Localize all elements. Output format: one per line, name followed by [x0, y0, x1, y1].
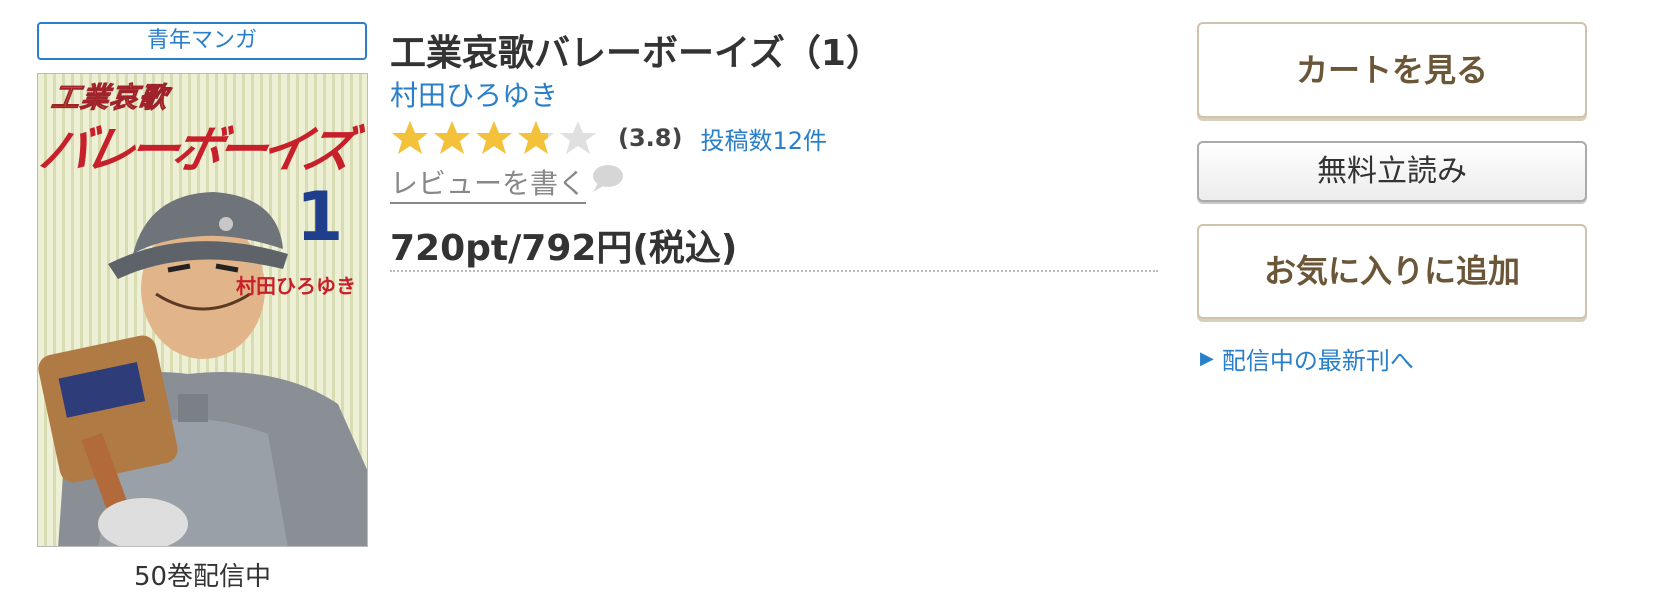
- rating-value: (3.8): [618, 124, 683, 152]
- speech-bubble-icon: [593, 165, 624, 192]
- add-to-favorites-button[interactable]: お気に入りに追加: [1197, 224, 1587, 319]
- star-rating: [390, 119, 598, 157]
- triangle-right-icon: ▶: [1200, 348, 1214, 369]
- review-count-link[interactable]: 投稿数12件: [700, 121, 827, 156]
- cover-image[interactable]: 工業哀歌 バレーボーイズ 1 村田ひろゆき: [37, 73, 368, 547]
- volumes-available: 50巻配信中: [133, 562, 272, 592]
- star-icon: [392, 121, 428, 154]
- latest-volume-link[interactable]: ▶ 配信中の最新刊へ: [1200, 341, 1414, 376]
- star-icon: [560, 121, 596, 154]
- price: 720pt/792円(税込): [390, 228, 738, 269]
- star-icon: [434, 121, 470, 154]
- latest-volume-label: 配信中の最新刊へ: [1221, 347, 1414, 375]
- cover-author: 村田ひろゆき: [236, 274, 356, 298]
- write-review-link[interactable]: レビューを書く: [390, 162, 624, 204]
- genre-badge[interactable]: 青年マンガ: [37, 22, 367, 60]
- free-preview-button[interactable]: 無料立読み: [1197, 141, 1587, 202]
- rating-row: (3.8) 投稿数12件: [390, 114, 827, 162]
- author-link[interactable]: 村田ひろゆき: [390, 74, 558, 114]
- book-title: 工業哀歌バレーボーイズ（1）: [390, 33, 882, 74]
- cover-logo-line2: バレーボーイズ: [37, 121, 354, 179]
- divider: [390, 270, 1158, 272]
- write-review-label: レビューを書く: [390, 162, 587, 204]
- star-icon: [518, 121, 554, 154]
- view-cart-button[interactable]: カートを見る: [1197, 22, 1587, 118]
- star-icon: [476, 121, 512, 154]
- cover-volume-number: 1: [296, 178, 344, 257]
